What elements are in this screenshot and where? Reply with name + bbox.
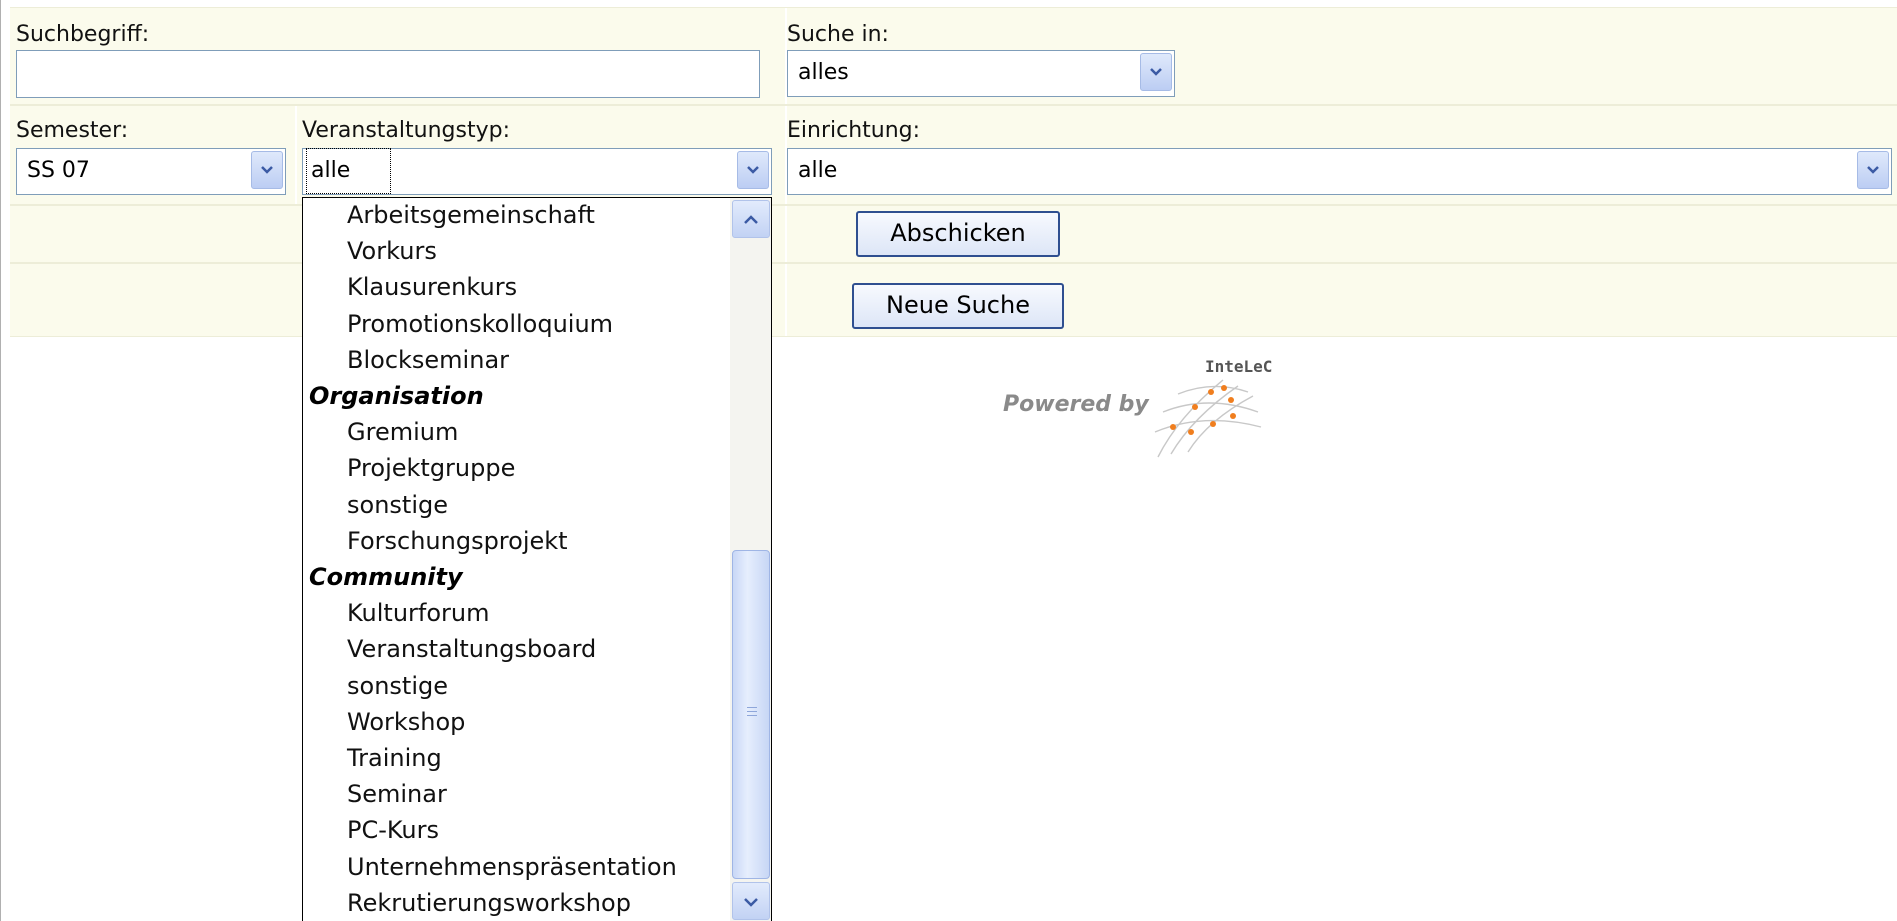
dropdown-option[interactable]: Seminar [347,779,447,809]
chevron-down-icon[interactable] [1140,53,1172,91]
event-type-label: Veranstaltungstyp: [302,118,510,143]
column-divider [785,264,787,336]
grip-line [747,707,757,708]
powered-by-logo: Powered by InteLeC [1003,352,1303,462]
dropdown-option[interactable]: sonstige [347,490,448,520]
new-search-button[interactable]: Neue Suche [852,283,1064,329]
semester-value: SS 07 [27,158,90,183]
chevron-up-icon [744,215,758,224]
chevron-down-icon[interactable] [1857,151,1889,189]
institution-label: Einrichtung: [787,118,921,143]
dropdown-option[interactable]: Klausurenkurs [347,272,517,302]
powered-by-text: Powered by [1003,392,1149,417]
dropdown-scrollbar[interactable] [730,198,771,921]
dropdown-option[interactable]: Training [347,743,442,773]
dropdown-option[interactable]: Workshop [347,707,465,737]
institution-select[interactable]: alle [787,148,1892,195]
grip-line [747,715,757,716]
institution-value: alle [798,158,838,183]
dropdown-option[interactable]: Kulturforum [347,598,490,628]
dropdown-option[interactable]: PC-Kurs [347,815,439,845]
chevron-down-icon[interactable] [251,151,283,189]
dropdown-optgroup-label: Community [309,563,463,591]
dropdown-option[interactable]: Forschungsprojekt [347,526,568,556]
event-type-value: alle [305,148,392,194]
intelec-globe-icon [1154,379,1262,458]
dropdown-option[interactable]: Vorkurs [347,236,437,266]
semester-select[interactable]: SS 07 [16,148,286,195]
search-label: Suchbegriff: [16,22,150,47]
event-type-dropdown-list[interactable]: Rekrutierungsworkshop Unternehmenspräsent… [302,197,772,921]
search-in-value: alles [798,60,849,85]
dropdown-option[interactable]: Gremium [347,417,458,447]
dropdown-option[interactable]: Veranstaltungsboard [347,634,596,664]
dropdown-option[interactable]: Arbeitsgemeinschaft [347,200,595,230]
dropdown-option[interactable]: Promotionskolloquium [347,309,613,339]
scroll-thumb[interactable] [732,550,770,879]
dropdown-option[interactable]: sonstige [347,671,448,701]
window-left-border [0,0,1,921]
dropdown-option[interactable]: Unternehmenspräsentation [347,852,677,882]
chevron-down-icon [744,898,758,907]
scroll-up-button[interactable] [732,200,770,238]
search-in-select[interactable]: alles [787,50,1175,97]
dropdown-option[interactable]: Blockseminar [347,345,509,375]
scroll-down-button[interactable] [732,882,770,920]
column-divider [295,106,297,204]
dropdown-optgroup-label: Organisation [309,382,484,410]
event-type-select[interactable]: alle [302,148,772,195]
chevron-down-icon[interactable] [737,151,769,189]
semester-label: Semester: [16,118,129,143]
grip-line [747,711,757,712]
dropdown-option[interactable]: Rekrutierungsworkshop [347,888,631,918]
column-divider [785,206,787,262]
dropdown-option[interactable]: Projektgruppe [347,453,515,483]
search-in-label: Suche in: [787,22,889,47]
submit-button[interactable]: Abschicken [856,211,1060,257]
search-input[interactable] [16,50,760,98]
